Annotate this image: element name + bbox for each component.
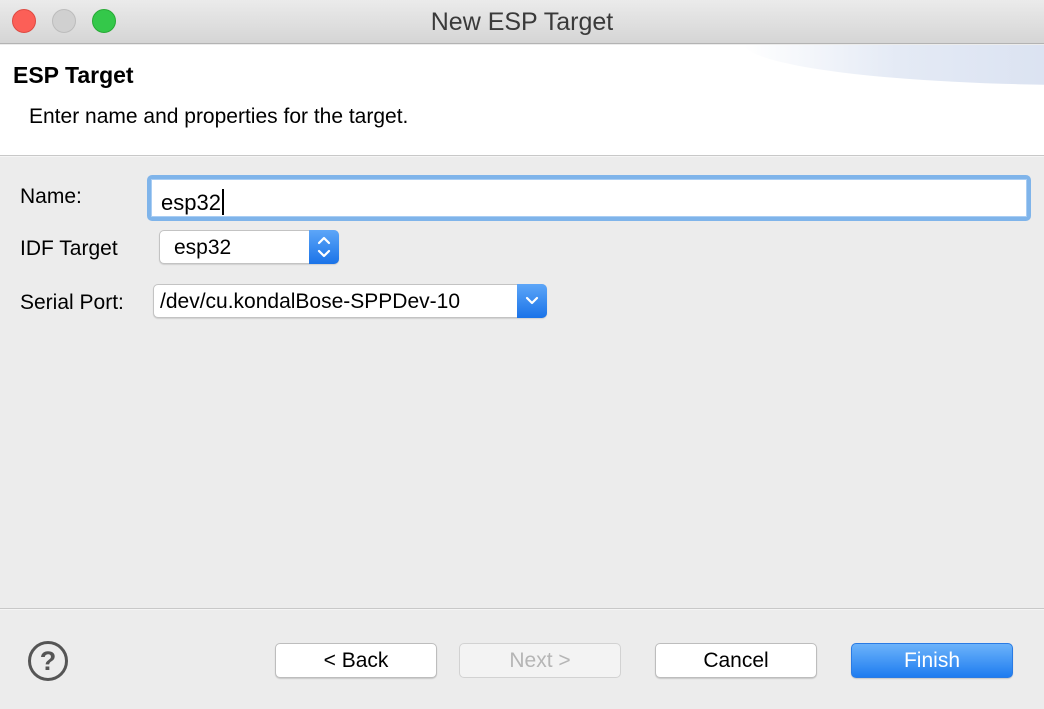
cancel-button[interactable]: Cancel — [655, 643, 817, 678]
next-button[interactable]: Next > — [459, 643, 621, 678]
serial-port-label: Serial Port: — [20, 291, 124, 314]
name-input-value: esp32 — [161, 190, 221, 215]
idf-target-label: IDF Target — [20, 237, 118, 260]
back-button[interactable]: < Back — [275, 643, 437, 678]
title-bar: New ESP Target — [0, 0, 1044, 44]
text-caret — [221, 189, 224, 215]
chevron-down-icon[interactable] — [517, 284, 547, 318]
name-input[interactable]: esp32 — [147, 175, 1031, 221]
footer-separator — [0, 608, 1044, 610]
banner-separator — [0, 155, 1044, 157]
serial-port-value: /dev/cu.kondalBose-SPPDev-10 — [160, 290, 460, 313]
serial-port-select[interactable]: /dev/cu.kondalBose-SPPDev-10 — [153, 284, 547, 318]
wizard-page-description: Enter name and properties for the target… — [29, 105, 409, 128]
idf-target-value: esp32 — [174, 236, 232, 259]
wizard-banner: ESP Target Enter name and properties for… — [0, 45, 1044, 155]
idf-target-select[interactable]: esp32 — [159, 230, 339, 264]
finish-button[interactable]: Finish — [851, 643, 1013, 678]
banner-decoration — [744, 45, 1044, 85]
help-icon[interactable]: ? — [28, 641, 68, 681]
wizard-page-title: ESP Target — [13, 62, 134, 88]
up-down-chevron-icon[interactable] — [309, 230, 339, 264]
name-label: Name: — [20, 185, 82, 208]
window-title: New ESP Target — [430, 8, 614, 36]
